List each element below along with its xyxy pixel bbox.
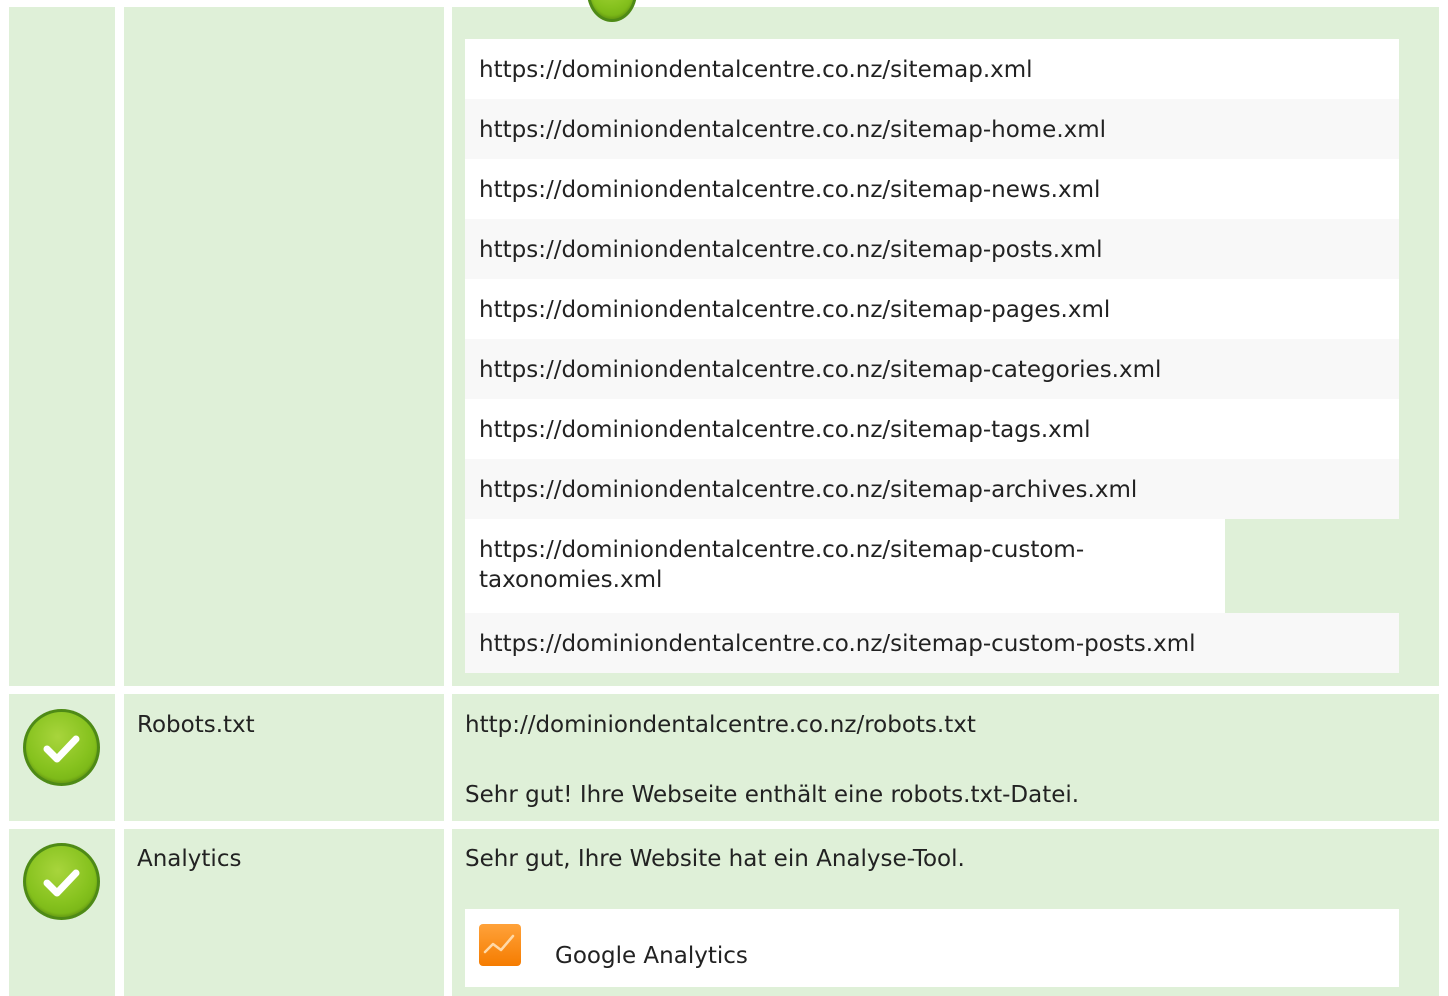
sitemap-url[interactable]: https://dominiondentalcentre.co.nz/sitem… xyxy=(465,279,1399,339)
sitemap-url[interactable]: https://dominiondentalcentre.co.nz/sitem… xyxy=(465,39,1399,99)
sitemap-url-text: https://dominiondentalcentre.co.nz/sitem… xyxy=(479,537,1085,593)
google-analytics-icon xyxy=(479,924,521,966)
sitemap-url[interactable]: https://dominiondentalcentre.co.nz/sitem… xyxy=(465,399,1399,459)
analytics-tool-name: Google Analytics xyxy=(555,943,748,969)
checkmark-icon xyxy=(43,869,80,897)
analytics-label: Analytics xyxy=(137,846,242,872)
sitemap-url[interactable]: https://dominiondentalcentre.co.nz/sitem… xyxy=(465,219,1399,279)
sitemap-label-cell xyxy=(124,7,444,686)
sitemap-url[interactable]: https://dominiondentalcentre.co.nz/sitem… xyxy=(465,519,1225,613)
analytics-message: Sehr gut, Ihre Website hat ein Analyse-T… xyxy=(465,846,965,872)
check-circle-icon xyxy=(23,709,100,786)
sitemap-url[interactable]: https://dominiondentalcentre.co.nz/sitem… xyxy=(465,99,1399,159)
sitemap-status-cell xyxy=(9,7,115,686)
check-circle-icon xyxy=(23,843,100,920)
sitemap-url[interactable]: https://dominiondentalcentre.co.nz/sitem… xyxy=(465,159,1399,219)
sitemap-url[interactable]: https://dominiondentalcentre.co.nz/sitem… xyxy=(465,613,1399,673)
sitemap-list: https://dominiondentalcentre.co.nz/sitem… xyxy=(465,39,1399,673)
robots-label: Robots.txt xyxy=(137,712,255,738)
robots-message: Sehr gut! Ihre Webseite enthält eine rob… xyxy=(465,782,1080,808)
checkmark-icon xyxy=(43,735,80,763)
robots-url[interactable]: http://dominiondentalcentre.co.nz/robots… xyxy=(465,710,976,740)
sitemap-url[interactable]: https://dominiondentalcentre.co.nz/sitem… xyxy=(465,459,1399,519)
analytics-tool-card: Google Analytics xyxy=(465,909,1399,987)
sitemap-url[interactable]: https://dominiondentalcentre.co.nz/sitem… xyxy=(465,339,1399,399)
